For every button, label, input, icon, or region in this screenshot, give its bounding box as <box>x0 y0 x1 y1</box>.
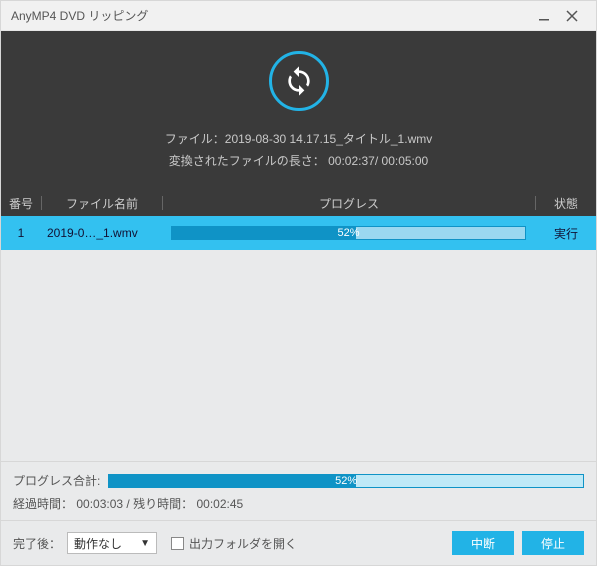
file-list: 1 2019-0…_1.wmv 52% 実行 <box>1 216 596 461</box>
hero-file-line: ファイル：2019-08-30 14.17.15_タイトル_1.wmv <box>165 129 432 151</box>
remain-value: 00:02:45 <box>196 497 243 511</box>
time-separator: / <box>126 497 129 511</box>
chevron-down-icon: ▼ <box>140 538 150 549</box>
window: AnyMP4 DVD リッピング ファイル：2019-08-30 14.17.1… <box>0 0 597 566</box>
window-title: AnyMP4 DVD リッピング <box>11 7 530 24</box>
table-header: 番号 ファイル名前 プログレス 状態 <box>1 190 596 216</box>
row-progress: 52% <box>161 226 536 240</box>
hero-length-current: 00:02:37 <box>328 154 375 168</box>
total-progress-bar: 52% <box>108 474 584 488</box>
row-filename: 2019-0…_1.wmv <box>41 226 161 240</box>
close-icon <box>566 10 578 22</box>
open-folder-checkbox[interactable]: 出力フォルダを開く <box>171 535 297 552</box>
total-progress-bar-label: 52% <box>335 475 357 487</box>
progress-bar-fill <box>172 227 356 239</box>
total-progress-label: プログレス合計: <box>13 472 100 489</box>
total-progress-row: プログレス合計: 52% <box>13 472 584 489</box>
interrupt-button[interactable]: 中断 <box>452 531 514 555</box>
summary-panel: プログレス合計: 52% 経過時間： 00:03:03 / 残り時間： 00:0… <box>1 461 596 520</box>
table-row[interactable]: 1 2019-0…_1.wmv 52% 実行 <box>1 216 596 250</box>
open-folder-label: 出力フォルダを開く <box>189 535 297 552</box>
time-row: 経過時間： 00:03:03 / 残り時間： 00:02:45 <box>13 495 584 512</box>
total-progress-bar-fill <box>109 475 355 487</box>
col-header-name: ファイル名前 <box>42 195 162 212</box>
col-header-num: 番号 <box>1 195 41 212</box>
hero-length-label: 変換されたファイルの長さ： <box>169 154 325 168</box>
minimize-icon <box>538 10 550 22</box>
after-done-select[interactable]: 動作なし ▼ <box>67 532 157 554</box>
stop-button[interactable]: 停止 <box>522 531 584 555</box>
col-header-progress: プログレス <box>163 195 535 212</box>
col-header-status: 状態 <box>536 195 596 212</box>
hero-file-name: 2019-08-30 14.17.15_タイトル_1.wmv <box>225 132 432 146</box>
hero-panel: ファイル：2019-08-30 14.17.15_タイトル_1.wmv 変換され… <box>1 31 596 190</box>
hero-file-label: ファイル： <box>165 132 225 146</box>
row-status: 実行 <box>536 225 596 242</box>
progress-bar: 52% <box>171 226 526 240</box>
row-num: 1 <box>1 226 41 240</box>
sync-icon <box>283 65 315 97</box>
elapsed-value: 00:03:03 <box>76 497 123 511</box>
checkbox-box <box>171 537 184 550</box>
close-button[interactable] <box>558 1 586 30</box>
hero-length-total: 00:05:00 <box>382 154 429 168</box>
titlebar: AnyMP4 DVD リッピング <box>1 1 596 31</box>
footer: 完了後： 動作なし ▼ 出力フォルダを開く 中断 停止 <box>1 520 596 565</box>
after-done-value: 動作なし <box>74 535 122 552</box>
remain-label: 残り時間： <box>133 497 193 511</box>
minimize-button[interactable] <box>530 1 558 30</box>
progress-bar-label: 52% <box>337 227 359 239</box>
hero-length-line: 変換されたファイルの長さ： 00:02:37/ 00:05:00 <box>169 151 428 173</box>
sync-icon-circle <box>269 51 329 111</box>
elapsed-label: 経過時間： <box>13 497 73 511</box>
total-progress-bar-wrap: 52% <box>108 474 584 488</box>
after-done-label: 完了後： <box>13 535 61 552</box>
